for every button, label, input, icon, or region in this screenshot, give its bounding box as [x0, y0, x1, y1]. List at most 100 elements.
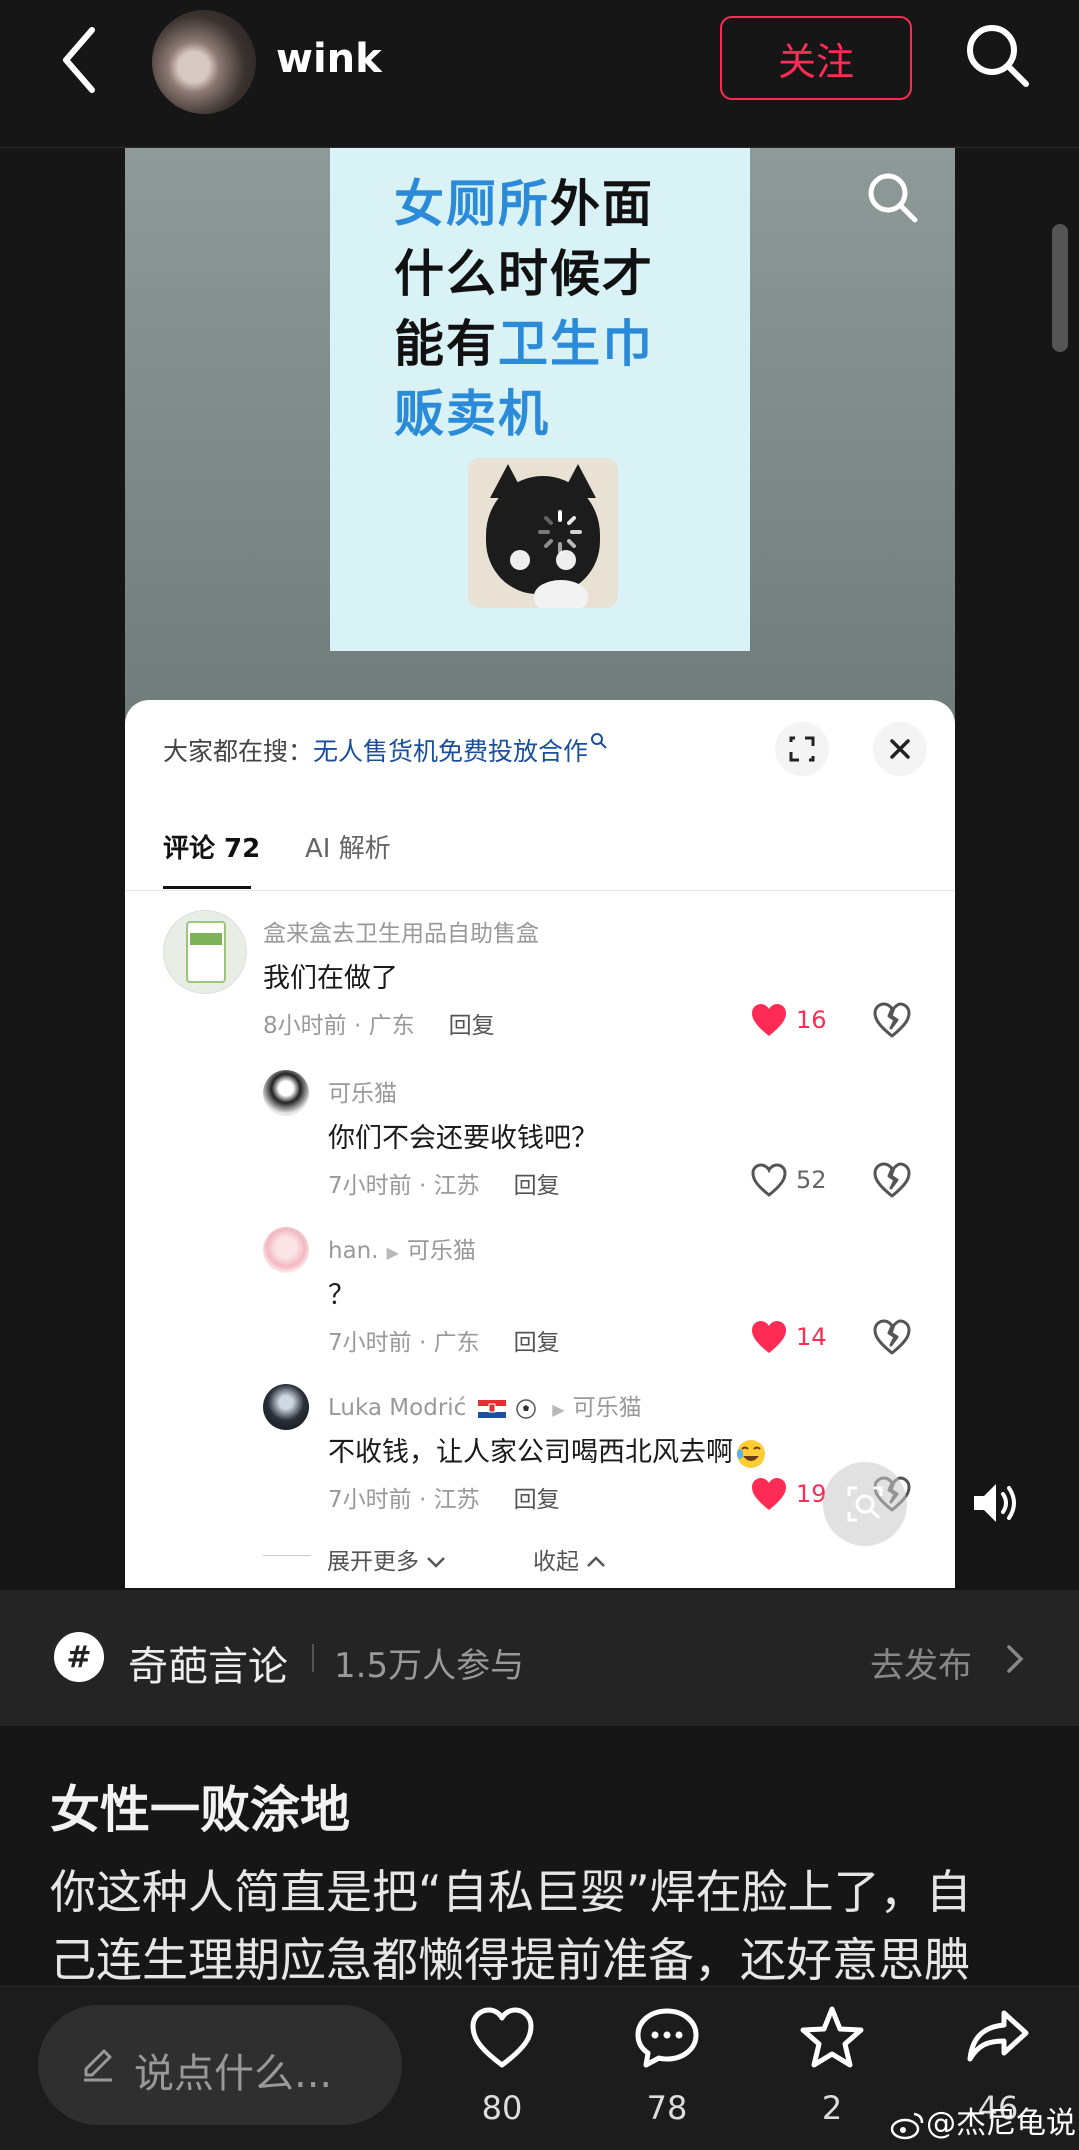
comment-region: 广东 [368, 1013, 415, 1039]
dislike-broken-heart-icon[interactable] [873, 1162, 911, 1198]
comment-post-button[interactable]: 78 [617, 2005, 717, 2135]
heart-outline-icon [751, 1163, 787, 1197]
commenter-name[interactable]: 盒来盒去卫生用品自助售盒 [263, 914, 539, 948]
reply-arrow-icon: ▶ [386, 1243, 399, 1262]
follow-button[interactable]: 关注 [720, 16, 912, 100]
like-count: 19 [796, 1480, 827, 1508]
topic-publish-button[interactable]: 去发布 [870, 1638, 972, 1687]
commenter-avatar[interactable] [263, 1227, 309, 1273]
comment-text-content: 不收钱，让人家公司喝西北风去啊 [328, 1437, 733, 1468]
comment-time: 7小时前 [328, 1330, 412, 1356]
author-avatar[interactable] [152, 10, 256, 114]
star-outline-icon [800, 2006, 864, 2068]
commenter-avatar[interactable] [263, 1384, 309, 1430]
like-button[interactable]: 19 [750, 1474, 827, 1514]
small-search-icon [591, 733, 607, 749]
post-body: 你这种人简直是把“自私巨婴”焊在脸上了，自 己连生理期应急都懒得提前准备，还好意… [50, 1858, 1040, 1994]
commenter-name: han. ▶ 可乐猫 [328, 1231, 476, 1265]
comment-time: 7小时前 [328, 1173, 412, 1199]
active-tab-indicator [163, 886, 251, 889]
visual-search-icon[interactable] [823, 1462, 907, 1546]
comment-text: 不收钱，让人家公司喝西北风去啊 [328, 1430, 767, 1470]
comment-region: 江苏 [433, 1173, 480, 1199]
like-count: 52 [796, 1166, 827, 1194]
reply-author[interactable]: Luka Modrić [328, 1395, 466, 1421]
comment-text: 你们不会还要收钱吧？ [328, 1123, 598, 1154]
heart-outline-icon [470, 2007, 534, 2068]
like-count: 14 [796, 1323, 827, 1351]
reply-button[interactable]: 回复 [514, 1173, 560, 1199]
watermark-text: @杰尼龟说 [926, 2106, 1076, 2141]
share-arrow-icon [967, 2010, 1029, 2062]
dislike-broken-heart-icon[interactable] [873, 1002, 911, 1038]
croatia-flag-icon [477, 1399, 506, 1418]
author-name[interactable]: wink [276, 36, 382, 82]
comment-time: 7小时前 [328, 1487, 412, 1513]
poster-line-4: 贩卖机 [394, 385, 550, 443]
poster-line-1: 女厕所外面 [394, 175, 654, 233]
expand-more-label: 展开更多 [327, 1549, 419, 1575]
reply-button[interactable]: 回复 [449, 1013, 495, 1039]
reply-button[interactable]: 回复 [514, 1330, 560, 1356]
dislike-broken-heart-icon[interactable] [873, 1319, 911, 1355]
comment-meta: 7小时前 · 江苏 回复 [328, 1487, 560, 1513]
heart-filled-icon [752, 1478, 786, 1510]
top-bar: wink 关注 [0, 0, 1079, 148]
like-button[interactable]: 14 [750, 1317, 827, 1357]
topic-bar[interactable]: # 奇葩言论 1.5万人参与 去发布 [0, 1590, 1079, 1726]
expand-icon[interactable] [775, 722, 829, 776]
comment-time: 8小时前 [263, 1013, 347, 1039]
weibo-watermark: @杰尼龟说 [890, 2098, 1076, 2142]
like-post-button[interactable]: 80 [452, 2005, 552, 2135]
back-arrow-icon[interactable] [52, 22, 108, 98]
comment-bubble-icon [635, 2008, 699, 2068]
topic-name[interactable]: 奇葩言论 [128, 1634, 288, 1692]
divider [125, 890, 955, 891]
poster-line-3: 能有卫生巾 [394, 315, 654, 373]
cat-image [468, 458, 618, 608]
like-count: 80 [481, 2089, 523, 2127]
favorite-count: 2 [821, 2089, 843, 2127]
reply-arrow-icon: ▶ [552, 1400, 565, 1419]
comment-panel: 大家都在搜：无人售货机免费投放合作 评论 72 AI 解析 盒来盒去卫生用品自助… [125, 700, 955, 1588]
volume-icon[interactable] [972, 1480, 1022, 1526]
comment-meta: 8小时前 · 广东 回复 [263, 1013, 495, 1039]
expand-more-button[interactable]: 展开更多 [327, 1542, 446, 1576]
like-button[interactable]: 16 [750, 1000, 827, 1040]
comment-input[interactable]: 说点什么... [38, 2005, 402, 2125]
comment-meta: 7小时前 · 江苏 回复 [328, 1173, 560, 1199]
chevron-down-icon [427, 1557, 446, 1568]
commenter-avatar[interactable] [263, 1070, 309, 1116]
trending-search: 大家都在搜：无人售货机免费投放合作 [163, 732, 608, 768]
trending-query-link[interactable]: 无人售货机免费投放合作 [313, 737, 588, 766]
comment-text: 我们在做了 [263, 963, 398, 994]
collapse-label: 收起 [533, 1549, 579, 1575]
reply-author[interactable]: han. [328, 1238, 379, 1264]
post-title: 女性一败涂地 [50, 1781, 350, 1839]
commenter-name[interactable]: 可乐猫 [328, 1074, 397, 1108]
reply-button[interactable]: 回复 [514, 1487, 560, 1513]
loading-spinner-icon [538, 510, 582, 554]
comment-input-placeholder: 说点什么... [134, 2051, 333, 2097]
commenter-avatar[interactable] [163, 910, 247, 994]
collapse-button[interactable]: 收起 [533, 1542, 606, 1576]
chevron-right-icon [1007, 1645, 1024, 1673]
heart-filled-icon [752, 1321, 786, 1353]
scrollbar-thumb[interactable] [1052, 224, 1068, 352]
comment-region: 江苏 [433, 1487, 480, 1513]
topic-participants: 1.5万人参与 [334, 1646, 525, 1686]
comment-meta: 7小时前 · 广东 回复 [328, 1330, 560, 1356]
reply-target[interactable]: 可乐猫 [573, 1395, 642, 1421]
favorite-button[interactable]: 2 [782, 2005, 882, 2135]
post-body-line: 你这种人简直是把“自私巨婴”焊在脸上了，自 [50, 1865, 972, 1919]
tab-comments[interactable]: 评论 72 [163, 828, 260, 865]
tab-ai-analysis[interactable]: AI 解析 [305, 828, 391, 865]
search-icon[interactable] [962, 20, 1034, 92]
image-search-icon[interactable] [863, 168, 923, 228]
video-poster-card: 女厕所外面 什么时候才 能有卫生巾 贩卖机 [330, 148, 750, 651]
reply-target[interactable]: 可乐猫 [407, 1238, 476, 1264]
commenter-name: Luka Modrić ▶ 可乐猫 [328, 1388, 642, 1422]
close-icon[interactable] [873, 722, 927, 776]
hashtag-icon: # [54, 1632, 104, 1682]
like-button[interactable]: 52 [750, 1160, 827, 1200]
